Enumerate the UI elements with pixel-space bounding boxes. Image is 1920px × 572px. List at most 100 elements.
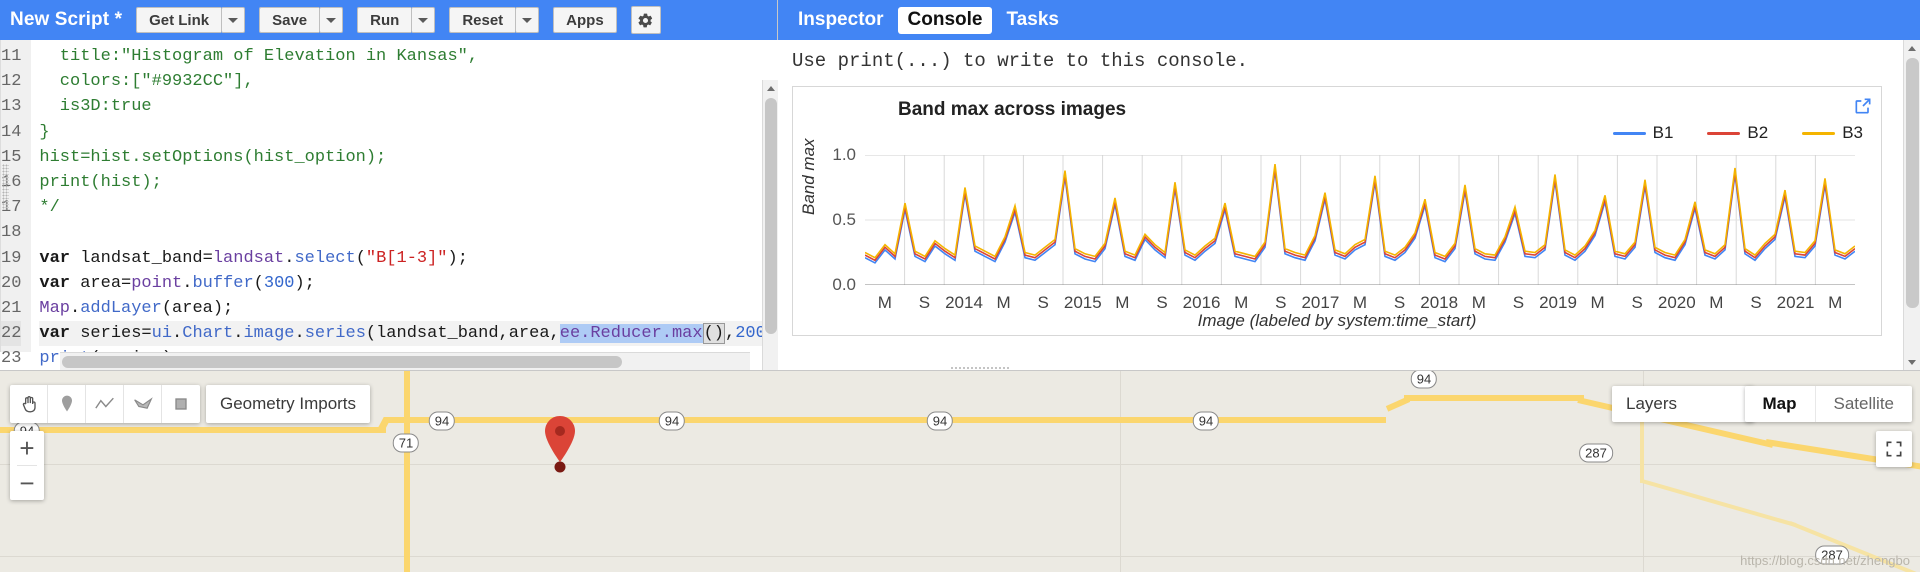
code-line[interactable]: */ xyxy=(39,195,778,220)
editor-vertical-scrollbar[interactable] xyxy=(762,80,778,370)
line-number: 19 xyxy=(1,248,22,268)
code-token: addLayer xyxy=(80,298,162,318)
code-token: landsat_band= xyxy=(70,248,213,268)
code-token: . xyxy=(294,324,305,344)
x-tick-label: S xyxy=(1393,293,1406,312)
chevron-down-icon xyxy=(228,17,239,23)
map-marker-icon[interactable] xyxy=(544,416,576,467)
code-line[interactable]: var landsat_band=landsat.select("B[1-3]"… xyxy=(39,246,778,271)
fullscreen-icon[interactable] xyxy=(1876,431,1912,467)
code-line[interactable]: is3D:true xyxy=(39,94,778,119)
code-line[interactable]: var series=ui.Chart.image.series(landsat… xyxy=(39,321,778,347)
road-shield: 94 xyxy=(428,411,456,431)
marker-pin-icon[interactable] xyxy=(48,385,86,423)
code-area[interactable]: 11 12 13 14 15 16 17 18 19 20 21 22 23 title:"Histog… xyxy=(0,40,778,370)
save-button[interactable]: Save xyxy=(259,7,320,33)
line-number: 11 xyxy=(1,47,22,66)
line-number: 23 xyxy=(1,349,22,369)
save-dropdown[interactable] xyxy=(319,7,344,33)
code-token: } xyxy=(39,122,50,142)
x-tick-label: M xyxy=(1115,293,1130,312)
y-tick-label: 0.5 xyxy=(832,210,856,229)
x-tick-label: S xyxy=(918,293,931,312)
x-tick-label: S xyxy=(1512,293,1525,312)
tab-console[interactable]: Console xyxy=(897,6,993,34)
x-tick-label: S xyxy=(1750,293,1762,312)
scroll-down-icon[interactable] xyxy=(1904,354,1920,370)
code-line[interactable]: Map.addLayer(area); xyxy=(39,296,778,321)
polygon-icon[interactable] xyxy=(124,385,162,423)
code-token: 300 xyxy=(263,273,295,293)
x-tick-label: 2017 xyxy=(1301,293,1340,312)
map-type-map[interactable]: Map xyxy=(1745,386,1816,422)
code-line[interactable]: } xyxy=(39,120,778,145)
code-token: is3D:true xyxy=(39,97,152,117)
chevron-down-icon xyxy=(418,17,429,23)
code-line[interactable] xyxy=(39,220,778,245)
chart-svg xyxy=(865,155,1855,285)
series-line-B3 xyxy=(865,164,1855,258)
geometry-imports-button[interactable]: Geometry Imports xyxy=(206,385,371,423)
get-link-button[interactable]: Get Link xyxy=(136,7,222,33)
console-vscroll-thumb[interactable] xyxy=(1906,58,1919,308)
run-dropdown[interactable] xyxy=(411,7,436,33)
map-point-dot xyxy=(554,461,566,473)
x-tick-label: 2021 xyxy=(1776,293,1815,312)
code-token: ee.Reducer.max xyxy=(559,324,703,344)
code-line[interactable]: title:"Histogram of Elevation in Kansas"… xyxy=(39,44,778,69)
map-type-satellite[interactable]: Satellite xyxy=(1816,386,1912,422)
zoom-in-button[interactable]: + xyxy=(10,431,44,465)
console-vertical-scrollbar[interactable] xyxy=(1903,40,1920,370)
editor-hscroll-thumb[interactable] xyxy=(62,356,622,368)
code-line[interactable]: hist=hist.setOptions(hist_option); xyxy=(39,145,778,170)
line-number: 13 xyxy=(1,97,22,117)
polyline-icon[interactable] xyxy=(86,385,124,423)
watermark-text: https://blog.csdn.net/zhengbo xyxy=(1740,553,1910,568)
line-number: 22 xyxy=(1,321,22,347)
get-link-group: Get Link xyxy=(136,7,246,33)
code-line[interactable]: colors:["#9932CC"], xyxy=(39,69,778,94)
zoom-out-button[interactable]: − xyxy=(10,466,44,500)
code-line[interactable]: var area=point.buffer(300); xyxy=(39,271,778,296)
code-token: colors:["#9932CC"], xyxy=(39,72,254,92)
run-button[interactable]: Run xyxy=(357,7,412,33)
line-number: 18 xyxy=(1,223,22,243)
code-text[interactable]: title:"Histogram of Elevation in Kansas"… xyxy=(31,40,778,368)
reset-dropdown[interactable] xyxy=(515,7,540,33)
tab-tasks[interactable]: Tasks xyxy=(996,7,1068,34)
scroll-up-icon[interactable] xyxy=(1904,40,1920,56)
code-token: var xyxy=(39,324,71,344)
rectangle-icon[interactable] xyxy=(162,385,200,423)
code-token: series= xyxy=(70,324,152,344)
editor-vscroll-thumb[interactable] xyxy=(765,98,777,334)
get-link-dropdown[interactable] xyxy=(221,7,246,33)
legend-item-B2[interactable]: B2 xyxy=(1707,123,1768,143)
open-in-new-icon[interactable] xyxy=(1853,96,1873,116)
code-token: . xyxy=(233,324,244,344)
code-token: print(hist); xyxy=(39,172,162,192)
code-token: (landsat_band,area, xyxy=(365,324,560,344)
editor-horizontal-scrollbar[interactable] xyxy=(60,352,750,370)
map-canvas[interactable]: 94 94 94 94 94 94 71 287 287 xyxy=(0,370,1920,572)
gear-icon[interactable] xyxy=(630,6,661,34)
pan-hand-icon[interactable] xyxy=(10,385,48,423)
console-tab-bar: Inspector Console Tasks xyxy=(778,0,1920,40)
top-split: New Script * Get Link Save Run Reset App… xyxy=(0,0,1920,370)
code-token: , xyxy=(724,324,736,344)
legend-item-B3[interactable]: B3 xyxy=(1802,123,1863,143)
code-token: hist=hist.setOptions(hist_option); xyxy=(39,147,387,167)
geometry-imports-label: Geometry Imports xyxy=(220,394,357,413)
reset-button[interactable]: Reset xyxy=(449,7,516,33)
chart-card: Band max across images B1 B2 B3 Band max 0… xyxy=(792,86,1882,336)
code-token: . xyxy=(172,324,183,344)
legend-item-B1[interactable]: B1 xyxy=(1612,123,1673,143)
layers-button[interactable]: Layers xyxy=(1612,386,1754,422)
tab-inspector[interactable]: Inspector xyxy=(788,7,894,34)
x-tick-label: 2016 xyxy=(1182,293,1221,312)
apps-button[interactable]: Apps xyxy=(553,7,617,33)
code-token: var xyxy=(39,273,71,293)
x-tick-label: S xyxy=(1275,293,1287,312)
scroll-up-icon[interactable] xyxy=(763,80,778,96)
code-token: point xyxy=(131,273,183,293)
code-line[interactable]: print(hist); xyxy=(39,170,778,195)
